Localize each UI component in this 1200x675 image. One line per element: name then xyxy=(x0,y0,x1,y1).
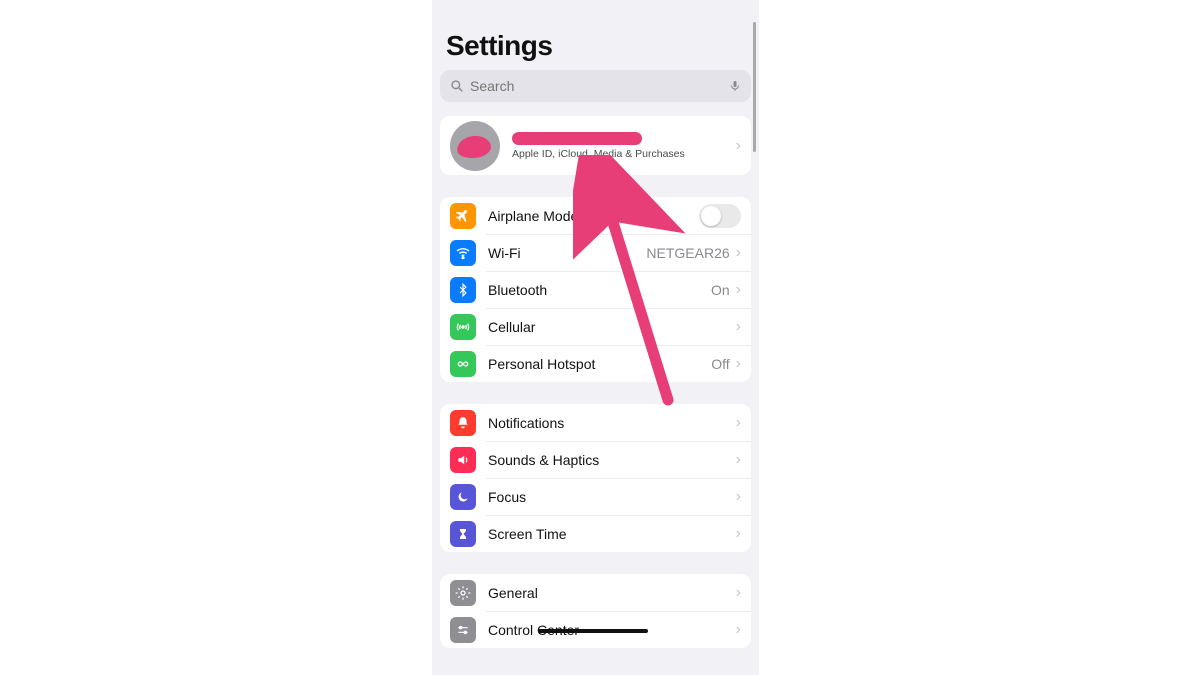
row-label: Bluetooth xyxy=(488,282,711,298)
chevron-right-icon: › xyxy=(736,282,741,298)
group-system: General › Control Center › xyxy=(440,574,751,648)
chevron-right-icon: › xyxy=(736,622,741,638)
row-value: Off xyxy=(711,356,729,372)
search-icon xyxy=(450,79,464,93)
page-title: Settings xyxy=(440,0,751,70)
row-label: Notifications xyxy=(488,415,736,431)
row-label: General xyxy=(488,585,736,601)
redaction-name xyxy=(512,132,642,145)
cellular-icon xyxy=(450,314,476,340)
row-cellular[interactable]: Cellular › xyxy=(440,308,751,345)
scrollbar[interactable] xyxy=(753,22,756,152)
row-label: Wi-Fi xyxy=(488,245,646,261)
search-bar[interactable] xyxy=(440,70,751,102)
row-value: NETGEAR26 xyxy=(646,245,729,261)
row-hotspot[interactable]: Personal Hotspot Off › xyxy=(440,345,751,382)
chevron-right-icon: › xyxy=(736,319,741,335)
sliders-icon xyxy=(450,617,476,643)
row-label: Airplane Mode xyxy=(488,208,699,224)
profile-group: Apple ID, iCloud, Media & Purchases › xyxy=(440,116,751,175)
bell-icon xyxy=(450,410,476,436)
group-connectivity: Airplane Mode Wi-Fi NETGEAR26 › Bluetoot… xyxy=(440,197,751,382)
row-label: Focus xyxy=(488,489,736,505)
hourglass-icon xyxy=(450,521,476,547)
airplane-toggle[interactable] xyxy=(699,204,741,228)
wifi-icon xyxy=(450,240,476,266)
group-notifications: Notifications › Sounds & Haptics › Focus… xyxy=(440,404,751,552)
row-label: Cellular xyxy=(488,319,736,335)
chevron-right-icon: › xyxy=(736,138,741,154)
chevron-right-icon: › xyxy=(736,489,741,505)
chevron-right-icon: › xyxy=(736,585,741,601)
row-sounds[interactable]: Sounds & Haptics › xyxy=(440,441,751,478)
row-label: Personal Hotspot xyxy=(488,356,711,372)
hotspot-icon xyxy=(450,351,476,377)
row-focus[interactable]: Focus › xyxy=(440,478,751,515)
row-screen-time[interactable]: Screen Time › xyxy=(440,515,751,552)
avatar xyxy=(450,121,500,171)
moon-icon xyxy=(450,484,476,510)
mic-icon[interactable] xyxy=(729,78,741,94)
search-input[interactable] xyxy=(470,78,723,94)
chevron-right-icon: › xyxy=(736,452,741,468)
row-notifications[interactable]: Notifications › xyxy=(440,404,751,441)
settings-screen: Settings Apple ID, iCloud, Media & Purch… xyxy=(432,0,759,675)
chevron-right-icon: › xyxy=(736,415,741,431)
row-airplane-mode[interactable]: Airplane Mode xyxy=(440,197,751,234)
row-bluetooth[interactable]: Bluetooth On › xyxy=(440,271,751,308)
airplane-icon xyxy=(450,203,476,229)
row-label: Sounds & Haptics xyxy=(488,452,736,468)
profile-row[interactable]: Apple ID, iCloud, Media & Purchases › xyxy=(440,116,751,175)
chevron-right-icon: › xyxy=(736,245,741,261)
row-general[interactable]: General › xyxy=(440,574,751,611)
redaction-avatar xyxy=(456,134,492,159)
profile-subtitle: Apple ID, iCloud, Media & Purchases xyxy=(512,148,736,160)
chevron-right-icon: › xyxy=(736,356,741,372)
gear-icon xyxy=(450,580,476,606)
row-control-center[interactable]: Control Center › xyxy=(440,611,751,648)
row-label: Screen Time xyxy=(488,526,736,542)
redaction-scribble xyxy=(538,629,648,633)
row-wifi[interactable]: Wi-Fi NETGEAR26 › xyxy=(440,234,751,271)
chevron-right-icon: › xyxy=(736,526,741,542)
bluetooth-icon xyxy=(450,277,476,303)
speaker-icon xyxy=(450,447,476,473)
row-value: On xyxy=(711,282,730,298)
